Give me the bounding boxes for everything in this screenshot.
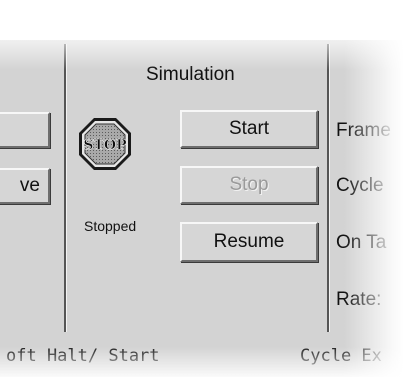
footer-left-text: oft Halt/ Start — [6, 346, 160, 366]
on-task-label: On Ta — [336, 232, 387, 253]
resume-button[interactable]: Resume — [180, 222, 318, 262]
start-button-label: Start — [228, 118, 270, 139]
left-button-bottom[interactable]: ve — [0, 168, 50, 204]
simulation-status: Stopped — [84, 218, 137, 234]
left-button-bottom-label: ve — [19, 175, 40, 196]
section-divider-left — [64, 44, 66, 332]
start-button[interactable]: Start — [180, 110, 318, 148]
cycle-label: Cycle — [336, 175, 384, 196]
control-panel: ve Simulation Stopped Start Stop Resume … — [0, 40, 404, 377]
section-divider-right — [327, 44, 329, 332]
stop-sign-text: STOP — [83, 138, 127, 154]
rate-label: Rate: — [336, 289, 382, 310]
simulation-title: Simulation — [146, 64, 235, 85]
frame-label: Frame — [336, 120, 391, 141]
stop-sign-icon: STOP — [79, 118, 131, 170]
footer-right-text: Cycle Ex — [300, 346, 382, 366]
resume-button-label: Resume — [213, 231, 285, 252]
stop-button[interactable]: Stop — [180, 166, 318, 204]
stop-button-label: Stop — [229, 174, 269, 195]
left-button-top[interactable] — [0, 112, 50, 148]
